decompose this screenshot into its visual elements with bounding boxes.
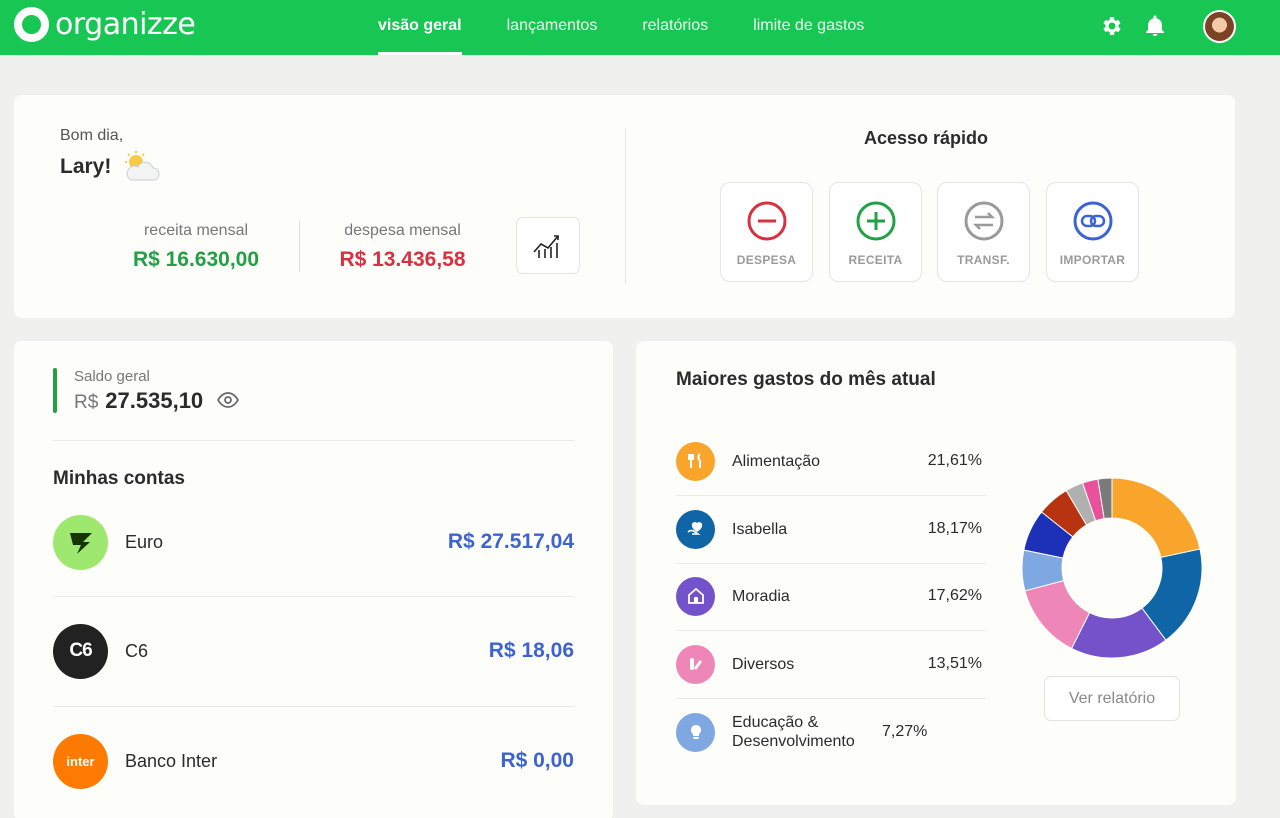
wise-flag-icon — [69, 533, 92, 554]
top-expenses-card: Maiores gastos do mês atual Alimentação … — [636, 341, 1236, 805]
category-name: Moradia — [732, 587, 790, 605]
category-name: Educação & Desenvolvimento — [732, 714, 855, 750]
trend-chart-button[interactable] — [516, 217, 580, 274]
nav-limite-de-gastos[interactable]: limite de gastos — [753, 0, 864, 55]
category-percent: 21,61% — [927, 452, 982, 469]
card-section-divider — [625, 128, 626, 284]
misc-icon — [676, 644, 715, 684]
greeting-salutation: Bom dia, — [60, 127, 124, 144]
category-name: Alimentação — [732, 452, 821, 470]
quick-receita-button[interactable]: RECEITA — [829, 182, 922, 282]
c6-logo-icon: C6 — [53, 623, 108, 679]
account-balance: R$ 27.517,04 — [447, 530, 574, 553]
balance-label: Saldo geral — [74, 368, 150, 385]
quick-despesa-button[interactable]: DESPESA — [720, 182, 813, 282]
summary-divider — [299, 220, 300, 272]
divider — [53, 706, 574, 707]
expense-summary: despesa mensal R$ 13.436,58 — [330, 222, 475, 272]
fork-knife-icon — [676, 441, 715, 481]
wise-logo-icon — [53, 514, 108, 570]
main-nav: visão geral lançamentos relatórios limit… — [378, 0, 909, 55]
quick-transferencia-label: TRANSF. — [957, 253, 1010, 267]
account-item-euro[interactable]: Euro R$ 27.517,04 — [53, 514, 574, 570]
category-item-diversos[interactable]: Diversos 13,51% — [676, 630, 986, 698]
account-name: Banco Inter — [125, 750, 218, 771]
expense-label: despesa mensal — [344, 222, 461, 239]
logo-ring-icon — [14, 7, 49, 42]
account-balance: R$ 18,06 — [488, 639, 574, 662]
balance-value-row: R$ 27.535,10 — [74, 388, 240, 414]
inter-logo-text: inter — [66, 753, 95, 769]
plus-circle-icon — [856, 201, 895, 241]
top-expenses-title: Maiores gastos do mês atual — [676, 369, 936, 390]
organizze-logo[interactable]: organizze — [14, 7, 196, 42]
account-name: C6 — [125, 640, 149, 661]
quick-importar-label: IMPORTAR — [1059, 253, 1126, 267]
transfer-icon — [964, 201, 1003, 241]
nav-visao-geral[interactable]: visão geral — [378, 0, 462, 55]
greeting-name-row: Lary! — [60, 151, 161, 183]
minus-circle-icon — [747, 201, 786, 241]
avatar-photo — [1205, 12, 1234, 41]
expense-value: R$ 13.436,58 — [339, 248, 466, 271]
user-name: Lary! — [60, 155, 112, 178]
income-value: R$ 16.630,00 — [132, 248, 260, 271]
category-item-moradia[interactable]: Moradia 17,62% — [676, 562, 986, 630]
account-balance: R$ 0,00 — [500, 749, 574, 772]
nav-lancamentos[interactable]: lançamentos — [507, 0, 598, 55]
heart-hand-icon — [676, 509, 715, 549]
gear-icon[interactable] — [1100, 14, 1124, 38]
category-name: Isabella — [732, 520, 788, 538]
income-label: receita mensal — [143, 222, 249, 239]
quick-access-title: Acesso rápido — [864, 128, 989, 148]
category-percent: 18,17% — [927, 520, 982, 537]
trend-chart-icon — [533, 234, 559, 258]
income-summary: receita mensal R$ 16.630,00 — [126, 222, 266, 272]
quick-importar-button[interactable]: IMPORTAR — [1046, 182, 1139, 282]
balance-currency: R$ — [74, 392, 99, 413]
top-navigation-bar: organizze visão geral lançamentos relató… — [0, 0, 1280, 55]
bell-icon[interactable] — [1143, 14, 1167, 38]
eye-icon[interactable] — [217, 392, 240, 408]
donut-slice[interactable] — [1111, 478, 1201, 559]
lightbulb-icon — [676, 712, 715, 752]
nav-relatorios[interactable]: relatórios — [642, 0, 708, 55]
expenses-donut-chart[interactable] — [1022, 478, 1202, 658]
account-item-c6[interactable]: C6 C6 R$ 18,06 — [53, 623, 574, 679]
account-item-banco-inter[interactable]: inter Banco Inter R$ 0,00 — [53, 733, 574, 789]
divider — [53, 596, 574, 597]
category-percent: 7,27% — [882, 723, 928, 740]
accounts-card: Saldo geral R$ 27.535,10 Minhas contas E… — [14, 341, 613, 818]
quick-transferencia-button[interactable]: TRANSF. — [937, 182, 1030, 282]
house-icon — [676, 576, 715, 616]
ver-relatorio-button[interactable]: Ver relatório — [1044, 676, 1180, 721]
category-item-educacao[interactable]: Educação & Desenvolvimento 7,27% — [676, 698, 986, 766]
logo-text: organizze — [55, 7, 196, 42]
accounts-title: Minhas contas — [53, 468, 185, 489]
link-icon — [1073, 201, 1112, 241]
overview-card: Bom dia, Lary! receita mensal R$ 16.630,… — [14, 95, 1235, 318]
account-name: Euro — [125, 531, 164, 552]
quick-receita-label: RECEITA — [848, 253, 903, 267]
category-percent: 17,62% — [927, 587, 982, 604]
quick-despesa-label: DESPESA — [736, 253, 797, 267]
partly-cloudy-icon — [125, 151, 160, 181]
balance-amount: 27.535,10 — [105, 388, 204, 413]
inter-logo-icon: inter — [53, 733, 108, 789]
c6-logo-text: C6 — [69, 640, 92, 661]
balance-accent-bar — [53, 368, 57, 413]
category-item-alimentacao[interactable]: Alimentação 21,61% — [676, 427, 986, 495]
category-item-isabella[interactable]: Isabella 18,17% — [676, 495, 986, 563]
category-percent: 13,51% — [927, 655, 982, 672]
category-name: Diversos — [732, 655, 795, 673]
user-avatar[interactable] — [1203, 10, 1236, 43]
divider — [53, 440, 574, 441]
